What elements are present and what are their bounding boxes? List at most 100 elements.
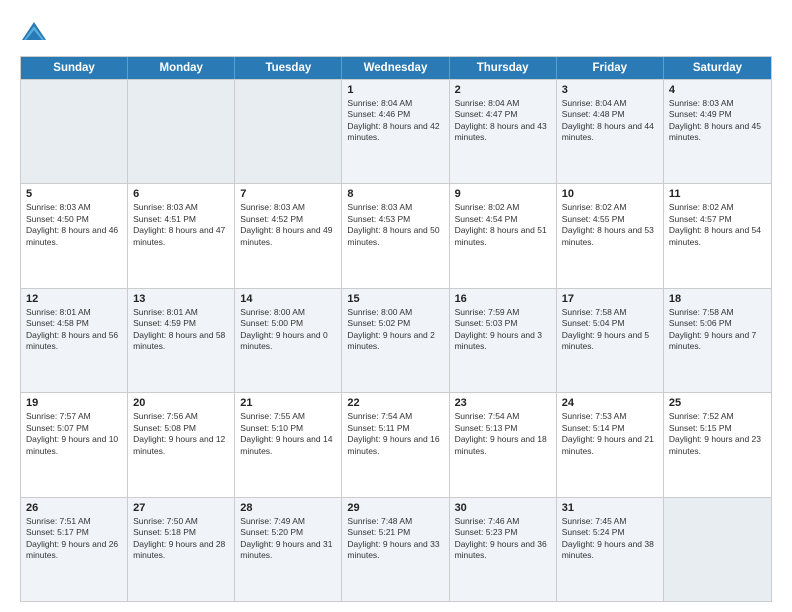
day-info: Sunrise: 7:48 AM Sunset: 5:21 PM Dayligh… — [347, 516, 443, 562]
day-number: 19 — [26, 397, 122, 409]
day-number: 29 — [347, 502, 443, 514]
day-cell-21: 21Sunrise: 7:55 AM Sunset: 5:10 PM Dayli… — [235, 393, 342, 496]
day-cell-13: 13 Sunrise: 8:01 AM Sunset: 4:59 PM Dayli… — [128, 289, 235, 392]
day-number: 23 — [455, 397, 551, 409]
day-number: 13 — [133, 293, 229, 305]
day-number: 10 — [562, 188, 658, 200]
day-cell-17: 17 Sunrise: 7:58 AM Sunset: 5:04 PM Dayli… — [557, 289, 664, 392]
weekday-header-monday: Monday — [128, 57, 235, 79]
day-info: Sunrise: 8:01 AM Sunset: 4:59 PM Dayligh… — [133, 307, 229, 353]
day-number: 18 — [669, 293, 766, 305]
weekday-header-thursday: Thursday — [450, 57, 557, 79]
day-number: 14 — [240, 293, 336, 305]
day-number: 1 — [347, 84, 443, 96]
day-cell-11: 11 Sunrise: 8:02 AM Sunset: 4:57 PM Dayli… — [664, 184, 771, 287]
day-cell-19: 19 Sunrise: 7:57 AM Sunset: 5:07 PM Dayli… — [21, 393, 128, 496]
day-number: 15 — [347, 293, 443, 305]
calendar-row-5: 26Sunrise: 7:51 AM Sunset: 5:17 PM Dayli… — [21, 497, 771, 601]
page: SundayMondayTuesdayWednesdayThursdayFrid… — [0, 0, 792, 612]
day-cell-22: 22Sunrise: 7:54 AM Sunset: 5:11 PM Dayli… — [342, 393, 449, 496]
day-cell-24: 24Sunrise: 7:53 AM Sunset: 5:14 PM Dayli… — [557, 393, 664, 496]
day-cell-2: 2Sunrise: 8:04 AM Sunset: 4:47 PM Daylig… — [450, 80, 557, 183]
day-info: Sunrise: 8:04 AM Sunset: 4:46 PM Dayligh… — [347, 98, 443, 144]
day-cell-14: 14 Sunrise: 8:00 AM Sunset: 5:00 PM Dayli… — [235, 289, 342, 392]
calendar: SundayMondayTuesdayWednesdayThursdayFrid… — [20, 56, 772, 602]
day-number: 17 — [562, 293, 658, 305]
day-cell-9: 9 Sunrise: 8:02 AM Sunset: 4:54 PM Daylig… — [450, 184, 557, 287]
day-info: Sunrise: 7:45 AM Sunset: 5:24 PM Dayligh… — [562, 516, 658, 562]
day-cell-28: 28 Sunrise: 7:49 AM Sunset: 5:20 PM Dayli… — [235, 498, 342, 601]
day-info: Sunrise: 7:52 AM Sunset: 5:15 PM Dayligh… — [669, 411, 766, 457]
calendar-row-4: 19 Sunrise: 7:57 AM Sunset: 5:07 PM Dayli… — [21, 392, 771, 496]
day-cell-31: 31 Sunrise: 7:45 AM Sunset: 5:24 PM Dayli… — [557, 498, 664, 601]
day-info: Sunrise: 8:02 AM Sunset: 4:55 PM Dayligh… — [562, 202, 658, 248]
day-number: 30 — [455, 502, 551, 514]
day-cell-1: 1 Sunrise: 8:04 AM Sunset: 4:46 PM Daylig… — [342, 80, 449, 183]
day-info: Sunrise: 7:58 AM Sunset: 5:04 PM Dayligh… — [562, 307, 658, 353]
day-number: 7 — [240, 188, 336, 200]
day-cell-26: 26Sunrise: 7:51 AM Sunset: 5:17 PM Dayli… — [21, 498, 128, 601]
day-number: 8 — [347, 188, 443, 200]
day-number: 9 — [455, 188, 551, 200]
day-cell-8: 8 Sunrise: 8:03 AM Sunset: 4:53 PM Daylig… — [342, 184, 449, 287]
day-info: Sunrise: 7:54 AM Sunset: 5:11 PM Dayligh… — [347, 411, 443, 457]
day-cell-10: 10 Sunrise: 8:02 AM Sunset: 4:55 PM Dayli… — [557, 184, 664, 287]
day-number: 6 — [133, 188, 229, 200]
empty-cell — [235, 80, 342, 183]
day-info: Sunrise: 8:00 AM Sunset: 5:00 PM Dayligh… — [240, 307, 336, 353]
day-info: Sunrise: 8:03 AM Sunset: 4:49 PM Dayligh… — [669, 98, 766, 144]
day-info: Sunrise: 7:51 AM Sunset: 5:17 PM Dayligh… — [26, 516, 122, 562]
weekday-header-wednesday: Wednesday — [342, 57, 449, 79]
day-cell-18: 18 Sunrise: 7:58 AM Sunset: 5:06 PM Dayli… — [664, 289, 771, 392]
day-number: 31 — [562, 502, 658, 514]
day-info: Sunrise: 7:56 AM Sunset: 5:08 PM Dayligh… — [133, 411, 229, 457]
day-cell-20: 20 Sunrise: 7:56 AM Sunset: 5:08 PM Dayli… — [128, 393, 235, 496]
day-number: 3 — [562, 84, 658, 96]
empty-cell — [128, 80, 235, 183]
day-cell-6: 6 Sunrise: 8:03 AM Sunset: 4:51 PM Daylig… — [128, 184, 235, 287]
day-cell-5: 5Sunrise: 8:03 AM Sunset: 4:50 PM Daylig… — [21, 184, 128, 287]
day-info: Sunrise: 7:57 AM Sunset: 5:07 PM Dayligh… — [26, 411, 122, 457]
day-cell-7: 7 Sunrise: 8:03 AM Sunset: 4:52 PM Daylig… — [235, 184, 342, 287]
day-info: Sunrise: 8:00 AM Sunset: 5:02 PM Dayligh… — [347, 307, 443, 353]
day-cell-29: 29 Sunrise: 7:48 AM Sunset: 5:21 PM Dayli… — [342, 498, 449, 601]
day-info: Sunrise: 8:03 AM Sunset: 4:52 PM Dayligh… — [240, 202, 336, 248]
day-info: Sunrise: 8:03 AM Sunset: 4:51 PM Dayligh… — [133, 202, 229, 248]
calendar-row-2: 5Sunrise: 8:03 AM Sunset: 4:50 PM Daylig… — [21, 183, 771, 287]
day-info: Sunrise: 8:01 AM Sunset: 4:58 PM Dayligh… — [26, 307, 122, 353]
calendar-row-1: 1 Sunrise: 8:04 AM Sunset: 4:46 PM Daylig… — [21, 79, 771, 183]
day-cell-30: 30Sunrise: 7:46 AM Sunset: 5:23 PM Dayli… — [450, 498, 557, 601]
day-cell-25: 25Sunrise: 7:52 AM Sunset: 5:15 PM Dayli… — [664, 393, 771, 496]
day-info: Sunrise: 8:02 AM Sunset: 4:57 PM Dayligh… — [669, 202, 766, 248]
calendar-row-3: 12 Sunrise: 8:01 AM Sunset: 4:58 PM Dayli… — [21, 288, 771, 392]
day-cell-27: 27Sunrise: 7:50 AM Sunset: 5:18 PM Dayli… — [128, 498, 235, 601]
logo-icon — [20, 18, 48, 46]
day-cell-23: 23Sunrise: 7:54 AM Sunset: 5:13 PM Dayli… — [450, 393, 557, 496]
day-number: 24 — [562, 397, 658, 409]
day-cell-3: 3 Sunrise: 8:04 AM Sunset: 4:48 PM Daylig… — [557, 80, 664, 183]
day-number: 20 — [133, 397, 229, 409]
day-number: 2 — [455, 84, 551, 96]
day-info: Sunrise: 7:49 AM Sunset: 5:20 PM Dayligh… — [240, 516, 336, 562]
empty-cell — [664, 498, 771, 601]
calendar-body: 1 Sunrise: 8:04 AM Sunset: 4:46 PM Daylig… — [21, 79, 771, 601]
weekday-header-friday: Friday — [557, 57, 664, 79]
day-info: Sunrise: 7:58 AM Sunset: 5:06 PM Dayligh… — [669, 307, 766, 353]
day-number: 21 — [240, 397, 336, 409]
day-info: Sunrise: 8:03 AM Sunset: 4:50 PM Dayligh… — [26, 202, 122, 248]
weekday-header-tuesday: Tuesday — [235, 57, 342, 79]
day-info: Sunrise: 8:04 AM Sunset: 4:48 PM Dayligh… — [562, 98, 658, 144]
empty-cell — [21, 80, 128, 183]
logo — [20, 18, 52, 46]
day-cell-12: 12 Sunrise: 8:01 AM Sunset: 4:58 PM Dayli… — [21, 289, 128, 392]
day-info: Sunrise: 8:02 AM Sunset: 4:54 PM Dayligh… — [455, 202, 551, 248]
header — [20, 18, 772, 46]
day-number: 4 — [669, 84, 766, 96]
day-number: 28 — [240, 502, 336, 514]
day-number: 12 — [26, 293, 122, 305]
weekday-header-saturday: Saturday — [664, 57, 771, 79]
day-number: 27 — [133, 502, 229, 514]
day-number: 11 — [669, 188, 766, 200]
day-info: Sunrise: 8:03 AM Sunset: 4:53 PM Dayligh… — [347, 202, 443, 248]
day-number: 16 — [455, 293, 551, 305]
